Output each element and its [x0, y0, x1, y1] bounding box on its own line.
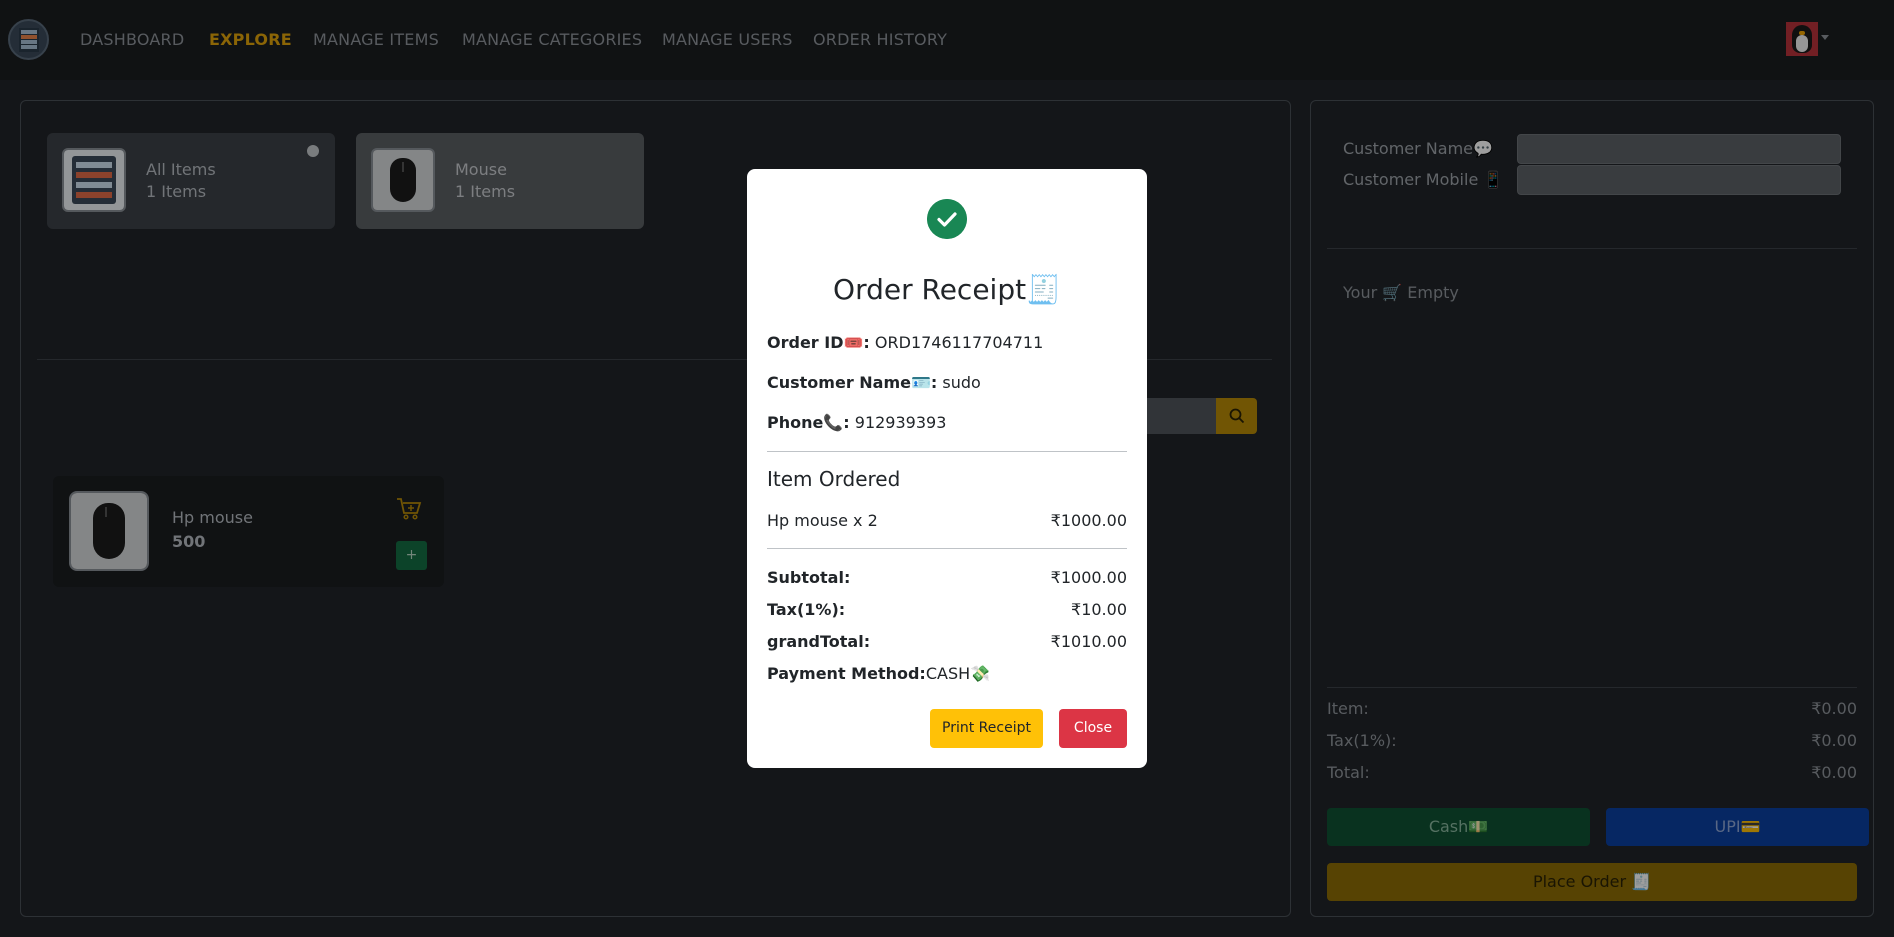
receipt-phone-label: Phone📞:	[767, 413, 850, 432]
order-id-label: Order ID🎟️:	[767, 333, 870, 352]
receipt-divider	[767, 548, 1127, 549]
order-id-line: Order ID🎟️: ORD1746117704711	[767, 333, 1043, 352]
order-id-value: ORD1746117704711	[874, 333, 1044, 352]
payment-method-label: Payment Method:	[767, 664, 926, 683]
items-ordered-heading: Item Ordered	[767, 467, 901, 491]
receipt-line-desc: Hp mouse x 2	[767, 511, 878, 530]
phone-line: Phone📞: 912939393	[767, 413, 946, 432]
payment-method-value: CASH💸	[925, 664, 991, 683]
receipt-divider	[767, 451, 1127, 452]
customer-name-line: Customer Name🪪: sudo	[767, 373, 981, 392]
payment-method-line: Payment Method:CASH💸	[767, 664, 990, 683]
receipt-line-amount: ₹1000.00	[1050, 511, 1127, 530]
tax-label: Tax(1%):	[767, 600, 846, 619]
receipt-phone-value: 912939393	[854, 413, 947, 432]
subtotal-label: Subtotal:	[767, 568, 851, 587]
close-button[interactable]: Close	[1059, 709, 1127, 748]
receipt-customer-value: sudo	[942, 373, 981, 392]
subtotal-value: ₹1000.00	[1050, 568, 1127, 587]
check-circle-icon	[927, 199, 967, 239]
order-receipt-modal: Order Receipt🧾 Order ID🎟️: ORD1746117704…	[747, 169, 1147, 768]
modal-title: Order Receipt🧾	[833, 273, 1061, 306]
receipt-customer-label: Customer Name🪪:	[767, 373, 938, 392]
tax-value: ₹10.00	[1071, 600, 1127, 619]
grand-total-value: ₹1010.00	[1050, 632, 1127, 651]
print-receipt-button[interactable]: Print Receipt	[930, 709, 1043, 748]
grand-total-label: grandTotal:	[767, 632, 871, 651]
